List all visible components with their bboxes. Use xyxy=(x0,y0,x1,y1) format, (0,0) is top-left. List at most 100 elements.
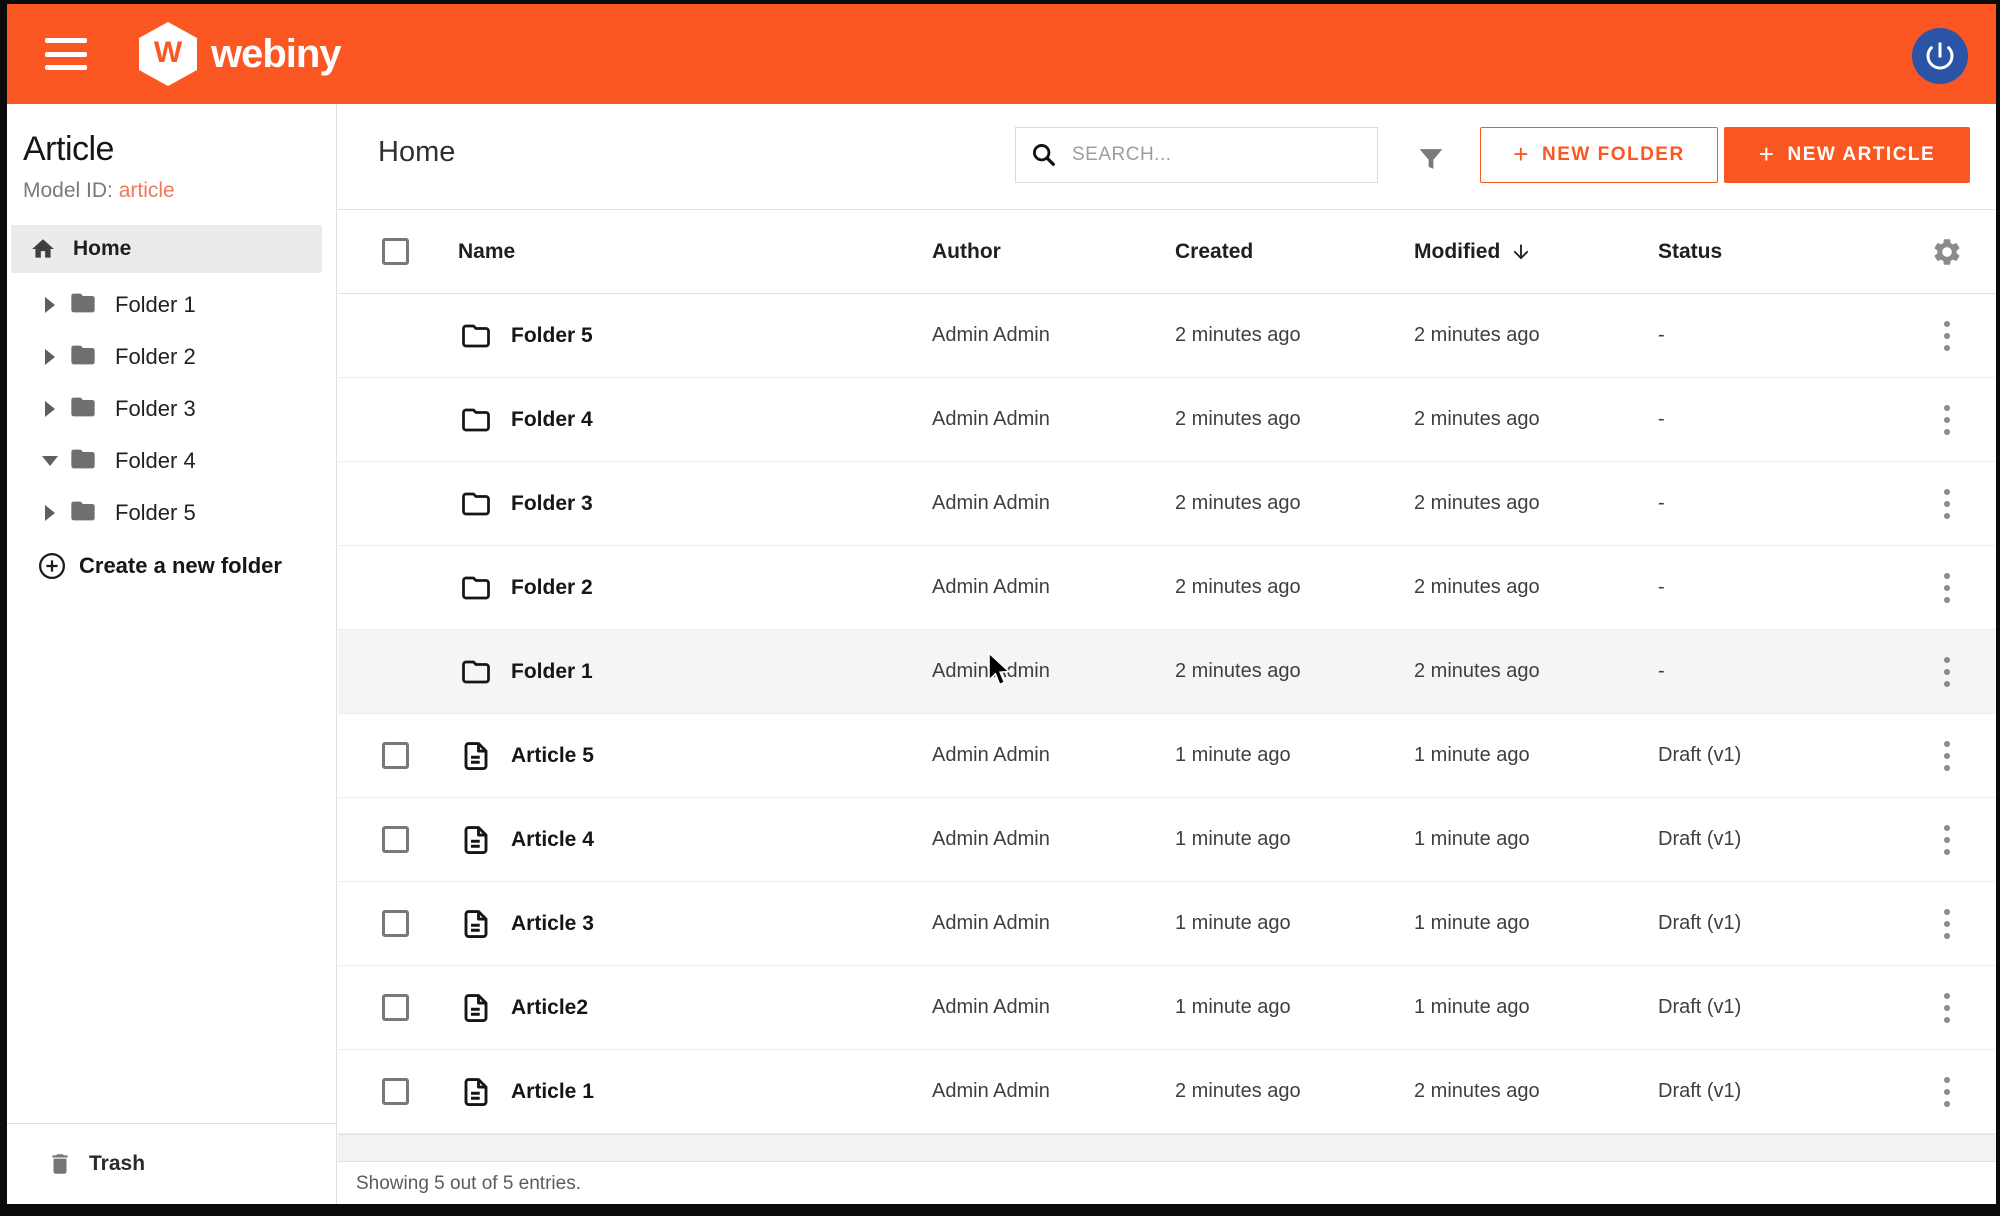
row-menu-kebab-icon[interactable] xyxy=(1938,315,1956,357)
home-icon xyxy=(29,236,57,262)
sidebar-item-trash[interactable]: Trash xyxy=(7,1123,336,1204)
row-name[interactable]: Article 5 xyxy=(511,744,594,768)
row-modified: 2 minutes ago xyxy=(1414,660,1658,683)
row-menu-kebab-icon[interactable] xyxy=(1938,483,1956,525)
row-checkbox[interactable] xyxy=(382,1078,409,1105)
row-checkbox[interactable] xyxy=(382,826,409,853)
row-author: Admin Admin xyxy=(932,576,1175,599)
row-menu-kebab-icon[interactable] xyxy=(1938,735,1956,777)
folder-icon xyxy=(67,289,99,322)
table-settings-gear-icon[interactable] xyxy=(1931,236,1963,268)
row-name[interactable]: Folder 2 xyxy=(511,576,593,600)
row-name[interactable]: Folder 3 xyxy=(511,492,593,516)
folder-icon xyxy=(67,497,99,530)
sidebar-folder-label: Folder 2 xyxy=(115,344,196,370)
sidebar-item-folder-1[interactable]: Folder 1 xyxy=(7,279,336,331)
caret-icon[interactable] xyxy=(45,349,55,365)
row-status: Draft (v1) xyxy=(1658,996,1898,1019)
row-created: 1 minute ago xyxy=(1175,828,1414,851)
row-name[interactable]: Article 1 xyxy=(511,1080,594,1104)
row-modified: 2 minutes ago xyxy=(1414,1080,1658,1103)
column-header-name[interactable]: Name xyxy=(458,240,932,264)
caret-icon[interactable] xyxy=(45,401,55,417)
row-name[interactable]: Folder 1 xyxy=(511,660,593,684)
row-created: 2 minutes ago xyxy=(1175,324,1414,347)
column-header-status[interactable]: Status xyxy=(1658,240,1898,264)
table-row[interactable]: Folder 3 Admin Admin 2 minutes ago 2 min… xyxy=(338,462,1996,546)
column-header-author[interactable]: Author xyxy=(932,240,1175,264)
sidebar-item-home[interactable]: Home xyxy=(11,225,322,273)
folder-icon xyxy=(458,489,494,519)
filter-icon[interactable] xyxy=(1414,141,1448,177)
page-title: Home xyxy=(378,136,455,169)
row-modified: 2 minutes ago xyxy=(1414,408,1658,431)
document-icon xyxy=(458,739,494,773)
row-created: 1 minute ago xyxy=(1175,912,1414,935)
row-name[interactable]: Article 4 xyxy=(511,828,594,852)
model-id-value[interactable]: article xyxy=(119,179,175,202)
row-menu-kebab-icon[interactable] xyxy=(1938,987,1956,1029)
row-status: - xyxy=(1658,492,1898,515)
sidebar-folder-label: Folder 1 xyxy=(115,292,196,318)
row-modified: 1 minute ago xyxy=(1414,996,1658,1019)
table-row[interactable]: Article 1 Admin Admin 2 minutes ago 2 mi… xyxy=(338,1050,1996,1134)
row-name[interactable]: Article 3 xyxy=(511,912,594,936)
logo-letter: W xyxy=(139,28,197,78)
brand-wordmark: webiny xyxy=(211,32,341,77)
plus-icon: + xyxy=(1759,139,1776,170)
column-header-modified[interactable]: Modified xyxy=(1414,240,1658,264)
search-input[interactable] xyxy=(1072,144,1363,166)
row-author: Admin Admin xyxy=(932,408,1175,431)
table-row[interactable]: Article 3 Admin Admin 1 minute ago 1 min… xyxy=(338,882,1996,966)
hamburger-menu-icon[interactable] xyxy=(45,38,87,70)
row-menu-kebab-icon[interactable] xyxy=(1938,819,1956,861)
sidebar-item-folder-3[interactable]: Folder 3 xyxy=(7,383,336,435)
row-modified: 1 minute ago xyxy=(1414,828,1658,851)
caret-icon[interactable] xyxy=(42,456,58,466)
table-row[interactable]: Article 4 Admin Admin 1 minute ago 1 min… xyxy=(338,798,1996,882)
table-row[interactable]: Article 5 Admin Admin 1 minute ago 1 min… xyxy=(338,714,1996,798)
table-row[interactable]: Article2 Admin Admin 1 minute ago 1 minu… xyxy=(338,966,1996,1050)
caret-icon[interactable] xyxy=(45,297,55,313)
row-name[interactable]: Article2 xyxy=(511,996,588,1020)
row-author: Admin Admin xyxy=(932,324,1175,347)
row-author: Admin Admin xyxy=(932,912,1175,935)
row-name[interactable]: Folder 5 xyxy=(511,324,593,348)
search-box[interactable] xyxy=(1015,127,1378,183)
new-article-button[interactable]: + NEW ARTICLE xyxy=(1724,127,1970,183)
row-author: Admin Admin xyxy=(932,828,1175,851)
row-created: 2 minutes ago xyxy=(1175,1080,1414,1103)
table-row[interactable]: Folder 5 Admin Admin 2 minutes ago 2 min… xyxy=(338,294,1996,378)
caret-icon[interactable] xyxy=(45,505,55,521)
circle-plus-icon xyxy=(37,551,67,581)
row-checkbox[interactable] xyxy=(382,994,409,1021)
table-row[interactable]: Folder 4 Admin Admin 2 minutes ago 2 min… xyxy=(338,378,1996,462)
webiny-logo[interactable]: W webiny xyxy=(139,22,341,86)
row-author: Admin Admin xyxy=(932,996,1175,1019)
new-folder-button[interactable]: + NEW FOLDER xyxy=(1480,127,1718,183)
sidebar-item-folder-4[interactable]: Folder 4 xyxy=(7,435,336,487)
table-row[interactable]: Folder 2 Admin Admin 2 minutes ago 2 min… xyxy=(338,546,1996,630)
column-header-created[interactable]: Created xyxy=(1175,240,1414,264)
toolbar: Home + NEW FOLDER + NEW ARTICLE xyxy=(338,104,1996,210)
top-header-bar: W webiny xyxy=(7,4,1996,104)
row-checkbox[interactable] xyxy=(382,742,409,769)
row-menu-kebab-icon[interactable] xyxy=(1938,651,1956,693)
folder-icon xyxy=(458,657,494,687)
sidebar-item-folder-2[interactable]: Folder 2 xyxy=(7,331,336,383)
row-menu-kebab-icon[interactable] xyxy=(1938,1071,1956,1113)
row-checkbox[interactable] xyxy=(382,910,409,937)
select-all-checkbox[interactable] xyxy=(382,238,409,265)
sidebar-item-folder-5[interactable]: Folder 5 xyxy=(7,487,336,539)
row-modified: 2 minutes ago xyxy=(1414,492,1658,515)
folder-tree: Folder 1 Folder 2 Folder 3 Folder 4 Fold… xyxy=(7,279,336,539)
search-icon xyxy=(1030,141,1058,169)
table-row[interactable]: Folder 1 Admin Admin 2 minutes ago 2 min… xyxy=(338,630,1996,714)
create-folder-button[interactable]: Create a new folder xyxy=(7,539,336,593)
row-menu-kebab-icon[interactable] xyxy=(1938,567,1956,609)
row-name[interactable]: Folder 4 xyxy=(511,408,593,432)
row-menu-kebab-icon[interactable] xyxy=(1938,903,1956,945)
user-avatar[interactable] xyxy=(1912,28,1968,84)
row-menu-kebab-icon[interactable] xyxy=(1938,399,1956,441)
document-icon xyxy=(458,907,494,941)
